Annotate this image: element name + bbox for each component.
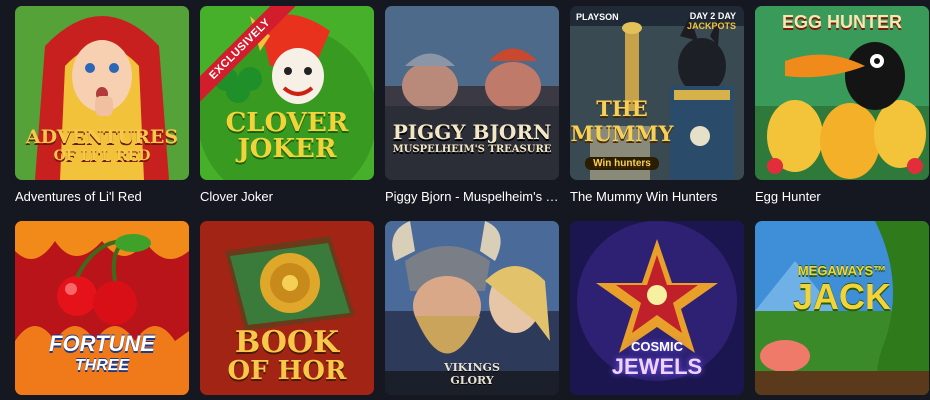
game-thumbnail[interactable]: EXCLUSIVELY CLOVER JOKER — [200, 6, 374, 180]
game-title[interactable]: The Mummy Win Hunters — [570, 189, 744, 205]
game-logo: COSMIC JEWELS — [570, 339, 744, 380]
game-thumbnail[interactable]: ADVENTURES OF LI'L RED — [15, 6, 189, 180]
logo-line-2: JACK — [792, 276, 891, 317]
game-card-piggy-bjorn[interactable]: PIGGY BJORN MUSPELHEIM'S TREASURE Piggy … — [385, 6, 559, 205]
game-logo: EGG HUNTER — [781, 12, 902, 32]
game-card-the-mummy-win-hunters[interactable]: PLAYSON DAY 2 DAY JACKPOTS THE MUMMY Win… — [570, 6, 744, 205]
provider-logo: PLAYSON — [576, 12, 619, 22]
game-card-book-of-hor[interactable]: BOOK OF HOR — [200, 221, 374, 395]
games-grid: ADVENTURES OF LI'L RED Adventures of Li'… — [0, 0, 930, 400]
game-logo: PIGGY BJORN MUSPELHEIM'S TREASURE — [385, 120, 559, 155]
game-logo: FORTUNE THREE — [15, 331, 189, 375]
game-thumbnail[interactable]: BOOK OF HOR — [200, 221, 374, 395]
game-card-fortune-three[interactable]: FORTUNE THREE — [15, 221, 189, 395]
game-logo: BOOK OF HOR — [200, 325, 374, 386]
logo-line-2: OF HOR — [227, 356, 347, 386]
game-card-adventures-of-lil-red[interactable]: ADVENTURES OF LI'L RED Adventures of Li'… — [15, 6, 189, 205]
logo-line-1: FORTUNE — [49, 331, 155, 356]
game-title[interactable]: Adventures of Li'l Red — [15, 189, 189, 205]
jackpot-line-2: JACKPOTS — [686, 21, 736, 31]
jackpot-line-1: DAY 2 DAY — [689, 11, 736, 21]
logo-line-1: THE MUMMY — [570, 96, 674, 146]
logo-line-2: Win hunters — [585, 157, 659, 170]
logo-line-2: THREE — [74, 357, 130, 374]
game-title[interactable]: Piggy Bjorn - Muspelheim's Treasure — [385, 189, 559, 205]
game-thumbnail[interactable]: PLAYSON DAY 2 DAY JACKPOTS THE MUMMY Win… — [570, 6, 744, 180]
game-title[interactable]: Clover Joker — [200, 189, 374, 205]
jackpot-badge: DAY 2 DAY JACKPOTS — [687, 11, 736, 31]
logo-line-1: PIGGY BJORN — [392, 120, 552, 144]
game-thumbnail[interactable]: FORTUNE THREE — [15, 221, 189, 395]
game-logo: CLOVER JOKER — [200, 108, 374, 164]
game-card-egg-hunter[interactable]: EGG HUNTER Egg Hunter — [755, 6, 929, 205]
logo-line-1: COSMIC — [631, 339, 683, 354]
game-logo: THE MUMMY Win hunters — [570, 96, 674, 171]
game-thumbnail[interactable]: COSMIC JEWELS — [570, 221, 744, 395]
logo-line-2: JEWELS — [611, 354, 703, 379]
game-card-clover-joker[interactable]: EXCLUSIVELY CLOVER JOKER Clover Joker — [200, 6, 374, 205]
logo-line-2: GLORY — [450, 374, 494, 387]
logo-line-2: OF LI'L RED — [53, 148, 151, 164]
game-thumbnail[interactable]: VIKINGS GLORY — [385, 221, 559, 395]
game-logo: MEGAWAYS™ JACK — [755, 263, 929, 318]
game-logo: VIKINGS GLORY — [385, 361, 559, 387]
game-card-cosmic-jewels[interactable]: COSMIC JEWELS — [570, 221, 744, 395]
game-thumbnail[interactable]: PIGGY BJORN MUSPELHEIM'S TREASURE — [385, 6, 559, 180]
logo-line-2: MUSPELHEIM'S TREASURE — [392, 144, 552, 155]
game-logo: ADVENTURES OF LI'L RED — [15, 126, 189, 164]
game-thumbnail[interactable]: EGG HUNTER — [755, 6, 929, 180]
game-card-vikings-glory[interactable]: VIKINGS GLORY — [385, 221, 559, 395]
game-title[interactable]: Egg Hunter — [755, 189, 929, 205]
logo-line-1: BOOK — [234, 325, 340, 360]
logo-line-1: VIKINGS — [444, 361, 500, 374]
game-card-megaways-jack[interactable]: MEGAWAYS™ JACK — [755, 221, 929, 395]
logo-line-1: ADVENTURES — [25, 126, 179, 148]
logo-line-2: JOKER — [237, 134, 337, 164]
game-thumbnail[interactable]: MEGAWAYS™ JACK — [755, 221, 929, 395]
